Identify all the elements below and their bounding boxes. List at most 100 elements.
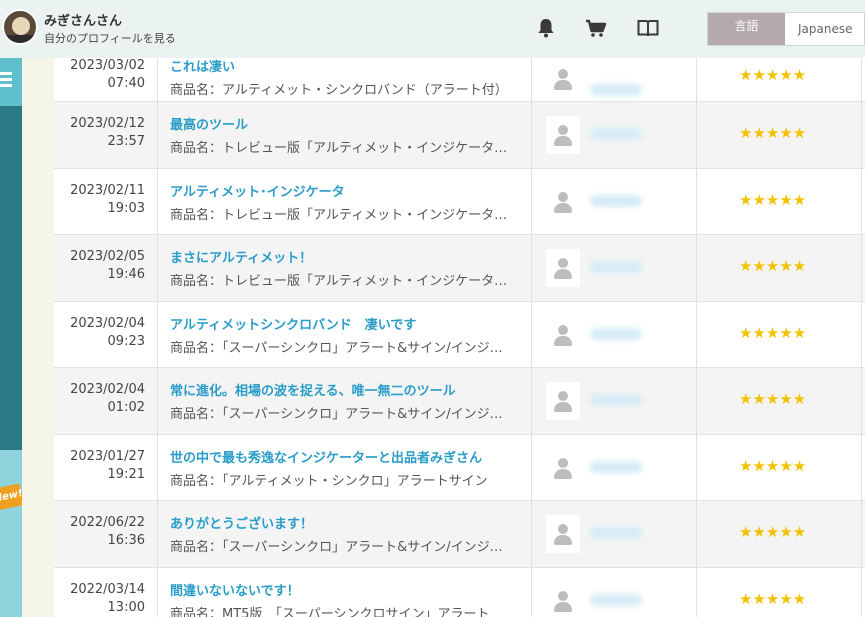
review-date-cell: 2023/02/12 23:57 [54,102,158,168]
review-date: 2023/02/05 [70,249,145,264]
view-profile-link[interactable]: 自分のプロフィールを見る [44,30,176,46]
avatar-face [12,17,30,35]
review-product-name: 商品名：アルティメット・シンクロバンド（アラート付） [170,83,508,98]
review-product-name: 商品名：「アルティメット・シンクロ」アラートサイン [170,473,488,489]
review-row[interactable]: 2022/06/22 16:36 ありがとうございます！ 商品名：「スーパーシン… [54,501,865,568]
reviewer-avatar-icon[interactable] [546,448,580,487]
reviewer-avatar-icon[interactable] [546,249,580,287]
review-time: 09:23 [107,333,145,349]
review-time: 19:21 [107,466,145,482]
sidebar-menu-area[interactable] [0,58,22,106]
reviewer-avatar-icon[interactable] [546,382,580,420]
review-date: 2023/02/04 [70,315,145,331]
reviewer-avatar-icon[interactable] [546,60,580,98]
review-title-link[interactable]: 間違いないないです！ [170,580,531,599]
review-title-cell: 間違いないないです！ 商品名：MT5版 「スーパーシンクロサイン」アラート [170,567,532,617]
review-date-cell: 2022/03/14 13:00 [54,567,158,617]
review-product-name: 商品名：「スーパーシンクロ」アラート&サイン/インジ… [170,540,503,555]
language-selector[interactable]: 言語 Japanese [707,12,865,46]
review-date-cell: 2023/02/04 01:02 [54,368,158,434]
review-product-name: 商品名：トレビュー版「アルティメット・インジケータ… [170,207,508,223]
reviewer-avatar-icon[interactable] [546,182,580,221]
sidebar-gutter [22,58,54,617]
review-product-name: 商品名：「スーパーシンクロ」アラート&サイン/インジ… [170,340,503,356]
star-rating: ★★★★★ [739,589,807,608]
language-value[interactable]: Japanese [798,13,853,45]
review-row[interactable]: 2023/03/02 07:40 これは凄い 商品名：アルティメット・シンクロバ… [54,58,865,102]
reviewer-cell [532,58,697,101]
reviewer-cell [532,501,697,567]
review-row[interactable]: 2023/02/05 19:46 まさにアルティメット！ 商品名：トレビュー版「… [54,235,865,302]
rating-cell: ★★★★★ [697,168,862,234]
review-title-cell: アルティメットシンクロバンド 凄いです 商品名：「スーパーシンクロ」アラート&サ… [170,301,532,367]
user-name[interactable]: みぎさんさん [44,10,122,29]
review-row[interactable]: 2023/02/04 09:23 アルティメットシンクロバンド 凄いです 商品名… [54,301,865,368]
reviewer-avatar-icon[interactable] [546,116,580,154]
rating-cell: ★★★★★ [697,501,862,567]
reviewer-name-blurred [590,194,642,207]
review-title-cell: 常に進化。相場の波を捉える、唯一無二のツール 商品名：「スーパーシンクロ」アラー… [170,368,532,434]
review-title-link[interactable]: アルティメット･インジケータ [170,181,531,200]
rating-cell: ★★★★★ [697,301,862,367]
review-title-link[interactable]: 常に進化。相場の波を捉える、唯一無二のツール [170,380,531,399]
review-title-cell: これは凄い 商品名：アルティメット・シンクロバンド（アラート付） [170,58,532,101]
reviewer-cell [532,168,697,234]
user-avatar[interactable] [2,9,38,45]
avatar-band [4,35,36,43]
review-time: 01:02 [107,400,145,415]
review-row[interactable]: 2023/02/04 01:02 常に進化。相場の波を捉える、唯一無二のツール … [54,368,865,435]
review-title-cell: 最高のツール 商品名：トレビュー版「アルティメット・インジケータ… [170,102,532,168]
reviewer-name-blurred [590,84,642,96]
review-title-link[interactable]: まさにアルティメット！ [170,247,531,266]
review-title-link[interactable]: これは凄い [170,56,531,75]
star-rating: ★★★★★ [739,323,807,342]
review-row[interactable]: 2023/02/11 19:03 アルティメット･インジケータ 商品名：トレビュ… [54,168,865,235]
review-title-cell: アルティメット･インジケータ 商品名：トレビュー版「アルティメット・インジケータ… [170,168,532,234]
star-rating: ★★★★★ [739,390,807,408]
review-date-cell: 2023/02/11 19:03 [54,168,158,234]
review-row[interactable]: 2022/03/14 13:00 間違いないないです！ 商品名：MT5版 「スー… [54,567,865,617]
review-table: 2023/03/02 07:40 これは凄い 商品名：アルティメット・シンクロバ… [54,58,865,617]
review-time: 16:36 [107,533,145,548]
review-title-link[interactable]: 最高のツール [170,114,531,133]
rating-cell: ★★★★★ [697,235,862,301]
star-rating: ★★★★★ [739,124,807,142]
cart-icon[interactable] [584,16,608,40]
review-time: 13:00 [107,599,145,615]
reviewer-avatar-icon[interactable] [546,315,580,354]
reviewer-name-blurred [590,261,642,273]
reviewer-cell [532,301,697,367]
review-product-name: 商品名：トレビュー版「アルティメット・インジケータ… [170,274,508,289]
reviewer-avatar-icon[interactable] [546,515,580,553]
book-icon[interactable] [636,16,660,40]
review-time: 23:57 [107,134,145,149]
reviewer-name-blurred [590,460,642,473]
review-title-link[interactable]: 世の中で最も秀逸なインジケーターと出品者みぎさん [170,447,531,466]
review-title-link[interactable]: アルティメットシンクロバンド 凄いです [170,314,531,333]
review-date: 2022/03/14 [70,581,145,597]
bell-icon[interactable] [534,16,558,40]
review-product-name: 商品名：トレビュー版「アルティメット・インジケータ… [170,141,508,156]
star-rating: ★★★★★ [739,66,807,84]
review-date-cell: 2023/03/02 07:40 [54,58,158,101]
reviewer-cell [532,102,697,168]
review-time: 07:40 [107,76,145,91]
review-row[interactable]: 2023/02/12 23:57 最高のツール 商品名：トレビュー版「アルティメ… [54,102,865,169]
reviewer-avatar-icon[interactable] [546,581,580,617]
hamburger-menu-icon[interactable] [0,72,14,88]
review-date-cell: 2023/02/04 09:23 [54,301,158,367]
star-rating: ★★★★★ [739,523,807,541]
rating-cell: ★★★★★ [697,567,862,617]
review-product-name: 商品名：「スーパーシンクロ」アラート&サイン/インジ… [170,407,503,422]
review-date-cell: 2023/02/05 19:46 [54,235,158,301]
reviewer-name-blurred [590,327,642,340]
sidebar-lower-panel [0,450,22,617]
rating-cell: ★★★★★ [697,434,862,500]
review-title-link[interactable]: ありがとうございます！ [170,513,531,532]
reviewer-name-blurred [590,394,642,406]
review-product-name: 商品名：MT5版 「スーパーシンクロサイン」アラート [170,606,490,617]
rating-cell: ★★★★★ [697,58,862,101]
review-row[interactable]: 2023/01/27 19:21 世の中で最も秀逸なインジケーターと出品者みぎさ… [54,434,865,501]
reviewer-cell [532,368,697,434]
rating-cell: ★★★★★ [697,368,862,434]
